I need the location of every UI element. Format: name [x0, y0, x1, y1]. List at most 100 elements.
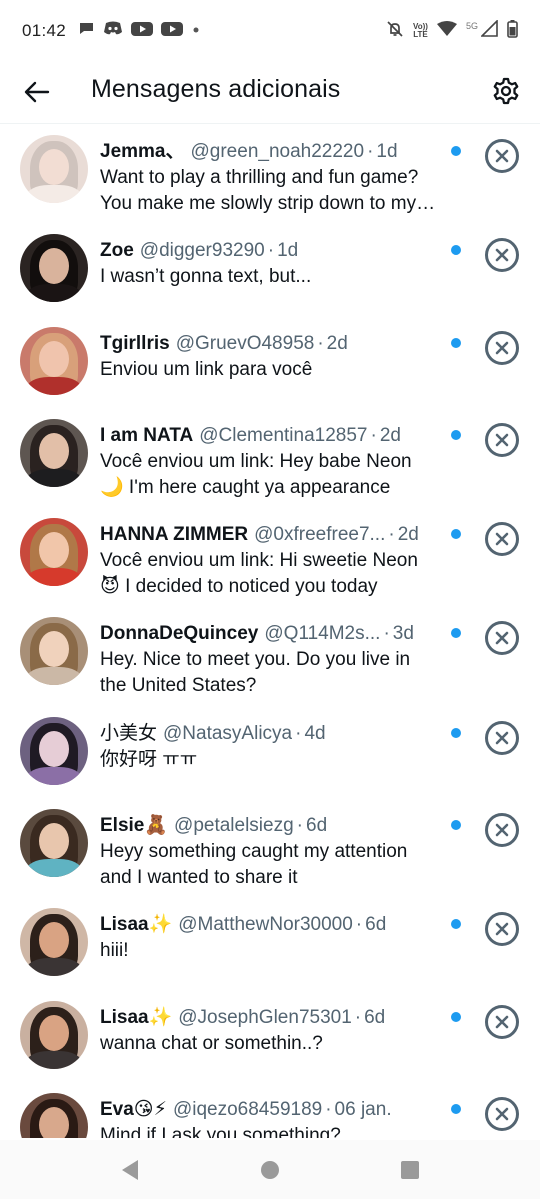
avatar	[20, 716, 88, 785]
message-time: 6d	[365, 914, 387, 936]
conversation-content: Lisaa✨ @MatthewNor30000 · 6d hiii!	[100, 912, 440, 964]
sender-name: Jemma、	[100, 141, 185, 162]
message-time: 4d	[304, 722, 326, 744]
unread-indicator	[451, 1011, 461, 1022]
message-preview: Você enviou um link: Hi sweetie Neon 😈 I…	[100, 550, 418, 598]
message-preview: 你好呀 ㅠㅠ	[100, 748, 198, 770]
discord-icon	[103, 21, 123, 41]
avatar	[20, 135, 88, 203]
avatar	[20, 809, 88, 878]
separator: ·	[355, 914, 363, 936]
sender-name: Zoe	[100, 240, 134, 262]
conversation-row[interactable]: DonnaDeQuincey @Q114M2s... · 3d Hey. Nic…	[0, 607, 540, 706]
sender-name: DonnaDeQuincey	[100, 623, 259, 645]
conversation-row[interactable]: Lisaa✨ @MatthewNor30000 · 6d hiii!	[0, 898, 540, 990]
separator: ·	[296, 815, 303, 837]
unread-indicator	[451, 529, 461, 540]
unread-indicator	[451, 429, 461, 440]
sender-handle: @JosephGlen75301	[178, 1006, 352, 1028]
system-icons: Vo)) LTE 5G	[386, 19, 518, 43]
nav-home-button[interactable]	[250, 1150, 290, 1190]
close-icon	[495, 433, 509, 447]
mute-bell-icon	[386, 20, 404, 43]
message-requests-list: Jemma、 @green_noah22220 · 1d Want to pla…	[0, 125, 540, 1138]
message-preview: Want to play a thrilling and fun game? Y…	[100, 167, 419, 214]
conversation-row[interactable]: Lisaa✨ @JosephGlen75301 · 6d wanna chat …	[0, 991, 540, 1083]
message-time: 2d	[326, 332, 348, 354]
avatar	[20, 1000, 88, 1069]
conversation-row[interactable]: Jemma、 @green_noah22220 · 1d Want to pla…	[0, 125, 540, 224]
message-time: 2d	[379, 424, 401, 446]
dismiss-button[interactable]	[485, 720, 519, 755]
conversation-content: Jemma、 @green_noah22220 · 1d Want to pla…	[100, 139, 440, 217]
dismiss-button[interactable]	[485, 813, 519, 848]
conversation-row[interactable]: HANNA ZIMMER @0xfreefree7... · 2d Você e…	[0, 508, 540, 607]
sender-name: Tgirllris	[100, 332, 170, 354]
dismiss-button[interactable]	[485, 1096, 519, 1131]
youtube-icon	[161, 21, 184, 42]
sender-name: Eva😘⚡	[100, 1098, 167, 1120]
dismiss-button[interactable]	[485, 912, 519, 947]
settings-button[interactable]	[488, 73, 524, 109]
sender-handle: @GruevO48958	[175, 332, 315, 354]
conversation-row[interactable]: 小美女 @NatasyAlicya · 4d 你好呀 ㅠㅠ	[0, 707, 540, 799]
nav-back-button[interactable]	[110, 1150, 150, 1190]
avatar	[20, 1092, 88, 1138]
dismiss-button[interactable]	[485, 522, 519, 557]
gear-icon	[493, 77, 519, 105]
conversation-row[interactable]: Eva😘⚡ @iqezo68459189 · 06 jan. Mind if I…	[0, 1083, 540, 1138]
message-preview: Mind if I ask you something?	[100, 1124, 341, 1138]
avatar	[20, 908, 88, 977]
sender-name: Lisaa✨	[100, 1006, 173, 1028]
message-preview: Heyy something caught my attention and I…	[100, 841, 408, 889]
dot-icon	[191, 22, 201, 40]
dismiss-button[interactable]	[485, 422, 519, 457]
dismiss-button[interactable]	[485, 621, 519, 656]
conversation-row[interactable]: I am NATA @Clementina12857 · 2d Você env…	[0, 409, 540, 508]
separator: ·	[367, 141, 374, 162]
sender-handle: @green_noah22220	[190, 141, 365, 162]
status-time: 01:42	[22, 21, 67, 40]
close-icon	[495, 1015, 509, 1028]
sender-name: Lisaa✨	[100, 914, 173, 936]
close-icon	[495, 632, 509, 645]
dismiss-button[interactable]	[485, 1004, 519, 1039]
message-time: 6d	[306, 815, 328, 837]
conversation-row[interactable]: Zoe @digger93290 · 1d I wasn’t gonna tex…	[0, 224, 540, 316]
back-button[interactable]	[20, 75, 54, 109]
unread-indicator	[451, 820, 461, 831]
dismiss-button[interactable]	[485, 238, 519, 273]
message-preview: Hey. Nice to meet you. Do you live in th…	[100, 649, 411, 697]
message-time: 06 jan.	[334, 1098, 392, 1120]
sender-name: Elsie🧸	[100, 815, 169, 837]
conversation-content: Elsie🧸 @petalelsiezg · 6d Heyy something…	[100, 813, 440, 891]
sender-name: 小美女	[100, 722, 158, 744]
conversation-content: HANNA ZIMMER @0xfreefree7... · 2d Você e…	[100, 522, 440, 600]
message-time: 3d	[392, 623, 414, 645]
unread-indicator	[451, 1103, 461, 1114]
circle-home-icon	[261, 1160, 279, 1179]
nav-recents-button[interactable]	[390, 1150, 430, 1190]
separator: ·	[370, 424, 377, 446]
close-icon	[495, 823, 509, 837]
message-time: 2d	[397, 524, 419, 546]
sender-handle: @NatasyAlicya	[163, 722, 293, 744]
unread-indicator	[451, 245, 461, 256]
dismiss-button[interactable]	[485, 139, 519, 173]
square-recents-icon	[401, 1160, 419, 1179]
dismiss-button[interactable]	[485, 330, 519, 365]
sender-handle: @0xfreefree7...	[254, 524, 386, 546]
top-app-bar: Mensagens adicionais	[0, 62, 540, 124]
sender-name: I am NATA	[100, 424, 194, 446]
chat-bubble-icon	[78, 20, 95, 42]
conversation-row[interactable]: Elsie🧸 @petalelsiezg · 6d Heyy something…	[0, 799, 540, 898]
youtube-icon	[131, 21, 154, 42]
message-preview: Você enviou um link: Hey babe Neon 🌙 I'm…	[100, 450, 412, 498]
conversation-row[interactable]: Tgirllris @GruevO48958 · 2d Enviou um li…	[0, 317, 540, 409]
message-preview: Enviou um link para você	[100, 358, 313, 380]
status-bar: 01:42 Vo)) LTE 5G	[0, 0, 540, 62]
page-title: Mensagens adicionais	[91, 75, 341, 103]
sender-handle: @MatthewNor30000	[178, 914, 353, 936]
conversation-content: I am NATA @Clementina12857 · 2d Você env…	[100, 423, 440, 501]
conversation-content: Lisaa✨ @JosephGlen75301 · 6d wanna chat …	[100, 1005, 440, 1057]
